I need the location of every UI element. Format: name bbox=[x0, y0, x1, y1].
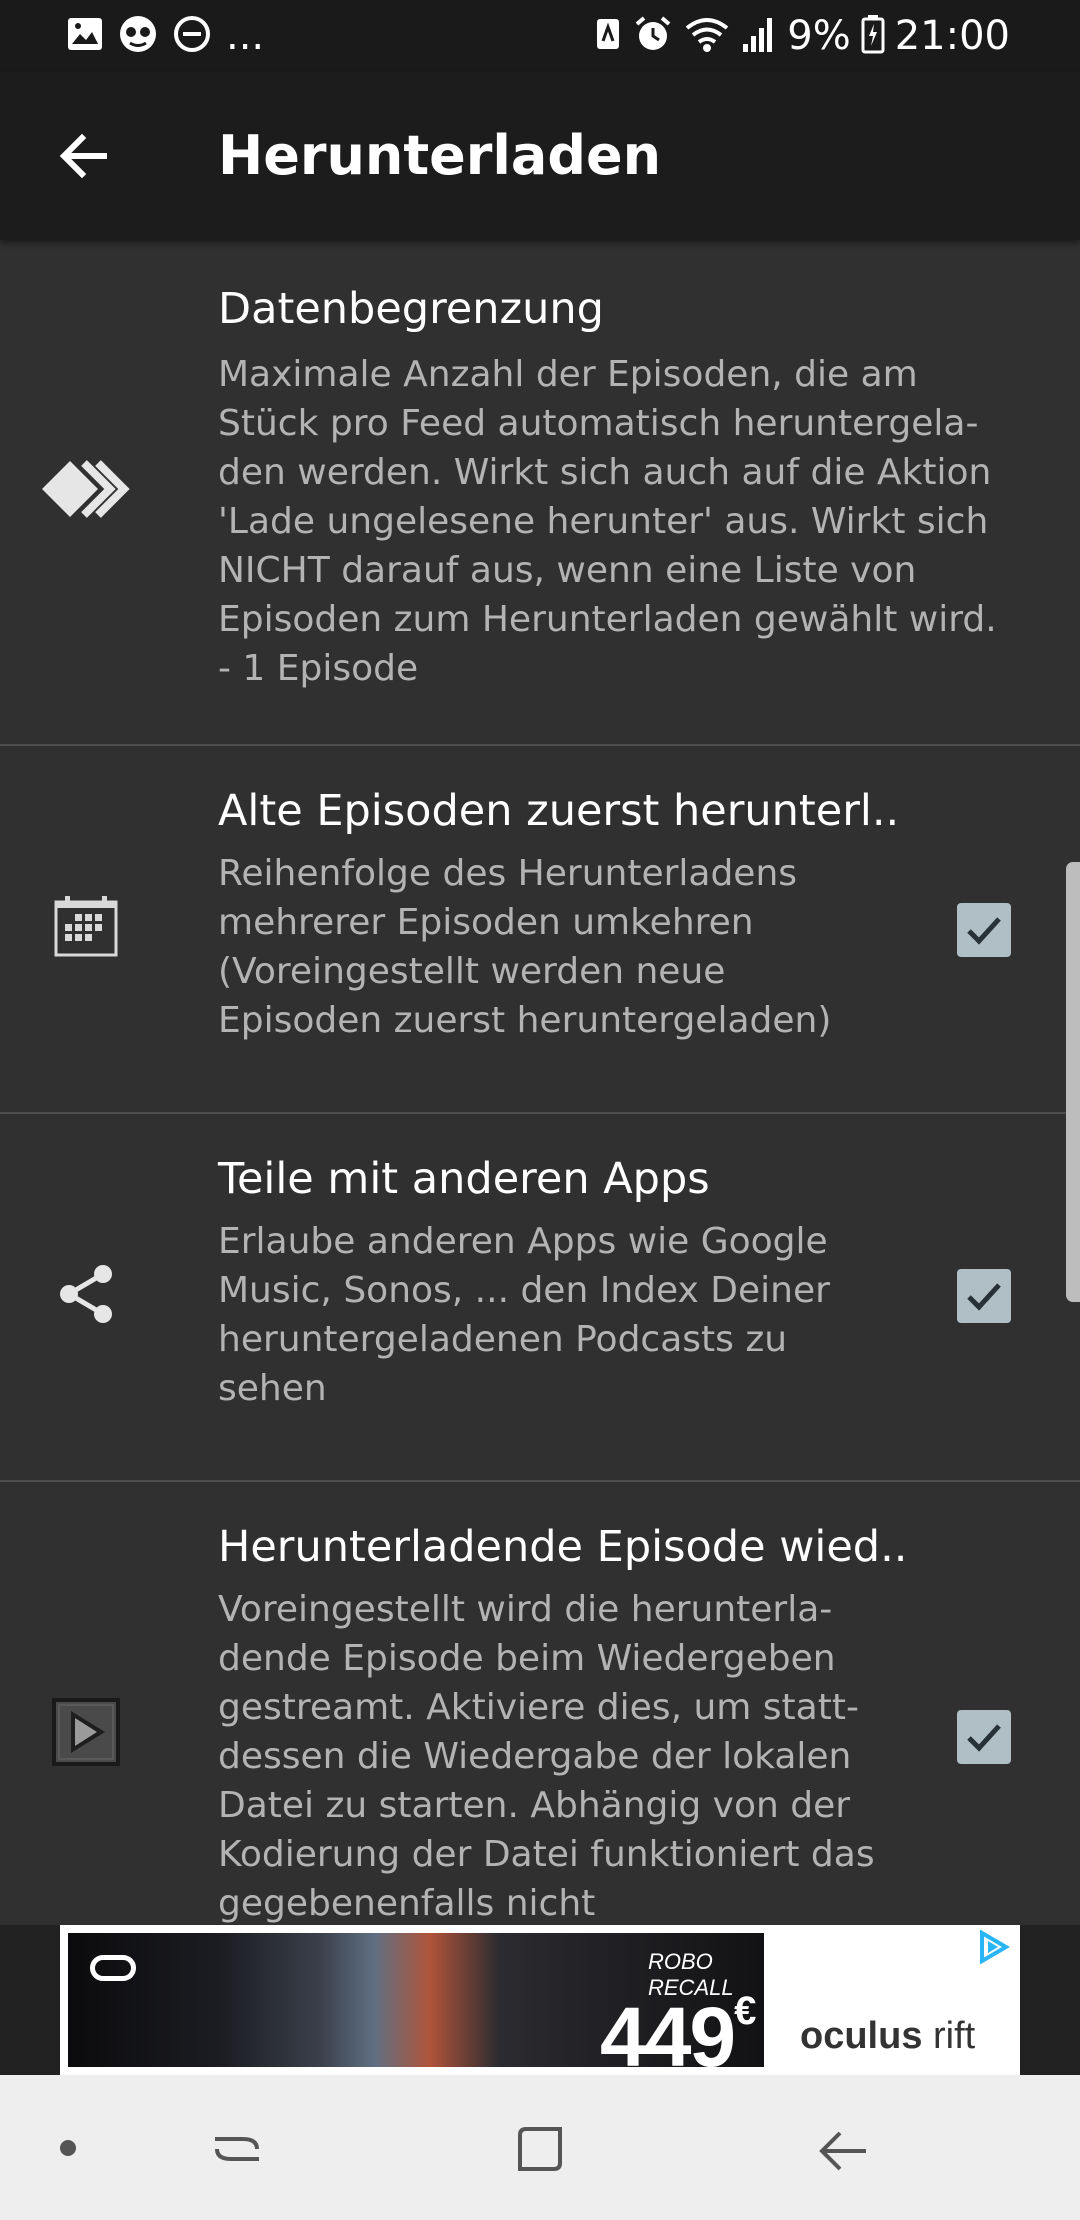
ad-brand: oculus rift bbox=[800, 2015, 975, 2058]
summary-line: Maximale Anzahl der Episoden, die am bbox=[218, 354, 918, 395]
signal-icon bbox=[741, 14, 777, 58]
summary-line: Stück pro Feed automatisch heruntergela- bbox=[218, 403, 979, 444]
summary-line: Datei zu starten. Abhängig von der bbox=[218, 1785, 851, 1826]
summary-line: Reihenfolge des Herunterladens bbox=[218, 853, 798, 894]
recent-apps-button[interactable] bbox=[205, 2117, 269, 2181]
nfc-icon bbox=[593, 15, 623, 57]
checkmark-icon bbox=[967, 917, 1001, 945]
summary-line: Episoden zum Herunterladen gewählt wird. bbox=[218, 599, 997, 640]
summary-line: den werden. Wirkt sich auch auf die Akti… bbox=[218, 452, 992, 493]
recent-apps-icon bbox=[215, 2137, 259, 2161]
pref-title: Teile mit anderen Apps bbox=[218, 1154, 710, 1204]
summary-line: Kodierung der Datei funktioniert das bbox=[218, 1834, 875, 1875]
do-not-disturb-icon bbox=[172, 14, 212, 58]
share-icon bbox=[36, 1244, 136, 1344]
ad-brand-light: rift bbox=[933, 2015, 976, 2057]
clock: 21:00 bbox=[894, 13, 1010, 59]
pref-old-episodes-first[interactable]: Alte Episoden zuerst herunterl.. Reihenf… bbox=[0, 746, 1080, 1114]
ad-area: ROBO RECALL 449€ oculus rift bbox=[0, 1925, 1080, 2075]
preferences-list[interactable]: Datenbegrenzung Maximale Anzahl der Epis… bbox=[0, 240, 1080, 1925]
pref-play-downloading-episode[interactable]: Herunterladende Episode wied.. Voreinges… bbox=[0, 1482, 1080, 1925]
home-icon bbox=[518, 2127, 562, 2171]
summary-line: sehen bbox=[218, 1368, 327, 1409]
summary-line: dende Episode beim Wiedergeben bbox=[218, 1638, 836, 1679]
page-title: Herunterladen bbox=[218, 124, 662, 187]
arrow-back-icon bbox=[59, 133, 107, 179]
ad-brand-bold: oculus bbox=[800, 2015, 923, 2057]
battery-charging-icon bbox=[861, 14, 885, 58]
back-button[interactable] bbox=[44, 116, 124, 196]
pref-title: Herunterladende Episode wied.. bbox=[218, 1522, 908, 1572]
share-with-apps-checkbox[interactable] bbox=[957, 1269, 1011, 1323]
status-bar: ... 9% 21:00 bbox=[0, 0, 1080, 72]
nav-dot-icon bbox=[60, 2140, 76, 2156]
checkmark-icon bbox=[967, 1283, 1001, 1311]
home-button[interactable] bbox=[508, 2117, 572, 2181]
summary-line: Episoden zuerst heruntergeladen) bbox=[218, 1000, 832, 1041]
ad-banner[interactable]: ROBO RECALL 449€ oculus rift bbox=[60, 1925, 1020, 2075]
summary-line: gegebenenfalls nicht bbox=[218, 1883, 596, 1924]
pref-summary: Voreingestellt wird die herunterla- dend… bbox=[218, 1585, 875, 1925]
battery-percent: 9% bbox=[787, 13, 851, 59]
ad-price-value: 449 bbox=[600, 1990, 736, 2075]
app-toolbar: Herunterladen bbox=[0, 72, 1080, 240]
wifi-icon bbox=[683, 14, 731, 58]
summary-line: mehrerer Episoden umkehren bbox=[218, 902, 754, 943]
more-notifications-indicator: ... bbox=[226, 13, 265, 59]
face-icon bbox=[118, 14, 158, 58]
summary-line: gestreamt. Aktiviere dies, um statt- bbox=[218, 1687, 859, 1728]
ad-image: ROBO RECALL 449€ bbox=[68, 1933, 764, 2075]
oculus-logo-icon bbox=[90, 1955, 136, 1981]
alarm-icon bbox=[633, 14, 673, 58]
summary-line: 'Lade ungelesene herunter' aus. Wirkt si… bbox=[218, 501, 989, 542]
summary-line: (Voreingestellt werden neue bbox=[218, 951, 726, 992]
pref-summary: Maximale Anzahl der Episoden, die am Stü… bbox=[218, 350, 997, 693]
pref-title: Datenbegrenzung bbox=[218, 284, 604, 334]
pref-data-limit[interactable]: Datenbegrenzung Maximale Anzahl der Epis… bbox=[0, 240, 1080, 746]
summary-line: - 1 Episode bbox=[218, 648, 419, 689]
status-left-icons: ... bbox=[66, 13, 265, 59]
summary-line: dessen die Wiedergabe der lokalen bbox=[218, 1736, 852, 1777]
ad-choices-icon[interactable] bbox=[976, 1929, 1012, 1969]
summary-line: Voreingestellt wird die herunterla- bbox=[218, 1589, 833, 1630]
status-right-icons: 9% 21:00 bbox=[593, 10, 1010, 62]
summary-line: Music, Sonos, ... den Index Deiner bbox=[218, 1270, 830, 1311]
pref-title: Alte Episoden zuerst herunterl.. bbox=[218, 786, 900, 836]
summary-line: Erlaube anderen Apps wie Google bbox=[218, 1221, 828, 1262]
nav-back-button[interactable] bbox=[812, 2117, 876, 2181]
pref-summary: Reihenfolge des Herunterladens mehrerer … bbox=[218, 849, 831, 1045]
summary-line: heruntergeladenen Podcasts zu bbox=[218, 1319, 788, 1360]
calendar-icon bbox=[36, 876, 136, 976]
back-icon bbox=[819, 2131, 866, 2171]
fast-forward-icon bbox=[36, 439, 136, 539]
play-box-icon bbox=[36, 1682, 136, 1782]
image-icon bbox=[66, 16, 104, 56]
play-downloading-checkbox[interactable] bbox=[957, 1710, 1011, 1764]
checkmark-icon bbox=[967, 1724, 1001, 1752]
old-episodes-first-checkbox[interactable] bbox=[957, 903, 1011, 957]
scrollbar[interactable] bbox=[1066, 862, 1080, 1302]
summary-line: NICHT darauf aus, wenn eine Liste von bbox=[218, 550, 917, 591]
ad-price: 449€ bbox=[600, 1989, 756, 2075]
system-nav-bar bbox=[0, 2075, 1080, 2220]
ad-currency: € bbox=[734, 1989, 756, 2033]
pref-share-with-apps[interactable]: Teile mit anderen Apps Erlaube anderen A… bbox=[0, 1114, 1080, 1482]
pref-summary: Erlaube anderen Apps wie Google Music, S… bbox=[218, 1217, 830, 1413]
